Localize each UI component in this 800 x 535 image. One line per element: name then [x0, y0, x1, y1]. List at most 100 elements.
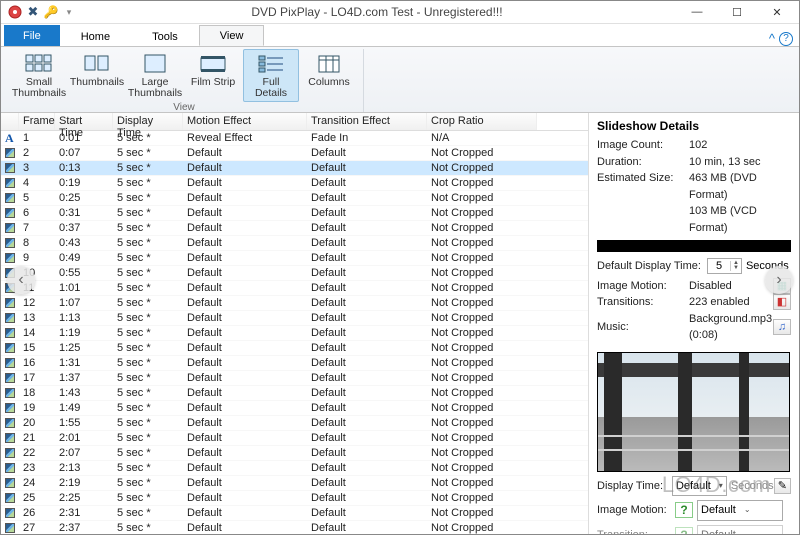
cell: 0:49 [55, 252, 113, 264]
full-details-label: Full Details [246, 77, 296, 99]
close-button[interactable]: ✕ [757, 1, 797, 23]
qat-dropdown-icon[interactable]: ▾ [61, 4, 77, 20]
cell: Not Cropped [427, 402, 537, 414]
table-row[interactable]: 141:195 sec *DefaultDefaultNot Cropped [1, 326, 588, 341]
duration-label: Duration: [597, 154, 689, 171]
default-display-spinner[interactable]: ▲▼ [707, 258, 742, 274]
col-transition[interactable]: Transition Effect [307, 113, 427, 130]
cell: 5 sec * [113, 492, 183, 504]
ribbon-tabs: File Home Tools View ^ ? [1, 24, 799, 46]
col-frame[interactable]: Frame [19, 113, 55, 130]
table-row[interactable]: 30:135 sec *DefaultDefaultNot Cropped [1, 161, 588, 176]
cell: Default [183, 402, 307, 414]
cell: Not Cropped [427, 387, 537, 399]
full-details-button[interactable]: Full Details [243, 49, 299, 102]
table-row[interactable]: 262:315 sec *DefaultDefaultNot Cropped [1, 506, 588, 521]
preview-image [597, 352, 790, 472]
edit-button[interactable]: ✎ [774, 478, 791, 494]
tab-home[interactable]: Home [60, 26, 131, 46]
help-motion-icon[interactable]: ? [675, 502, 693, 518]
table-body[interactable]: A10:015 sec *Reveal EffectFade InN/A20:0… [1, 131, 588, 534]
cell: Not Cropped [427, 522, 537, 534]
cell: 1:07 [55, 297, 113, 309]
table-row[interactable]: 100:555 sec *DefaultDefaultNot Cropped [1, 266, 588, 281]
cell: 14 [19, 327, 55, 339]
display-time-combo[interactable]: Default▾ [672, 476, 727, 497]
table-row[interactable]: 70:375 sec *DefaultDefaultNot Cropped [1, 221, 588, 236]
table-row[interactable]: 121:075 sec *DefaultDefaultNot Cropped [1, 296, 588, 311]
row-thumb-icon [1, 523, 19, 533]
cell: 0:43 [55, 237, 113, 249]
default-display-input[interactable] [708, 259, 730, 273]
table-row[interactable]: 90:495 sec *DefaultDefaultNot Cropped [1, 251, 588, 266]
cell: 5 sec * [113, 312, 183, 324]
table-row[interactable]: 40:195 sec *DefaultDefaultNot Cropped [1, 176, 588, 191]
table-row[interactable]: 181:435 sec *DefaultDefaultNot Cropped [1, 386, 588, 401]
table-row[interactable]: 80:435 sec *DefaultDefaultNot Cropped [1, 236, 588, 251]
collapse-ribbon-icon[interactable]: ^ [769, 31, 775, 46]
table-row[interactable]: 50:255 sec *DefaultDefaultNot Cropped [1, 191, 588, 206]
cell: 1:31 [55, 357, 113, 369]
table-row[interactable]: 191:495 sec *DefaultDefaultNot Cropped [1, 401, 588, 416]
settings-icon[interactable]: ✖ [25, 4, 41, 20]
table-row[interactable]: 60:315 sec *DefaultDefaultNot Cropped [1, 206, 588, 221]
table-row[interactable]: 242:195 sec *DefaultDefaultNot Cropped [1, 476, 588, 491]
small-thumbnails-button[interactable]: Small Thumbnails [11, 49, 67, 102]
prev-arrow[interactable]: ‹ [7, 266, 35, 294]
large-thumbnails-button[interactable]: Large Thumbnails [127, 49, 183, 102]
cell: 2 [19, 147, 55, 159]
est-size-2: 103 MB (VCD Format) [689, 203, 791, 236]
col-start[interactable]: Start Time [55, 113, 113, 130]
table-row[interactable]: 161:315 sec *DefaultDefaultNot Cropped [1, 356, 588, 371]
table-row[interactable]: 272:375 sec *DefaultDefaultNot Cropped [1, 521, 588, 534]
cell: Not Cropped [427, 297, 537, 309]
cell: Default [307, 267, 427, 279]
table-row[interactable]: 252:255 sec *DefaultDefaultNot Cropped [1, 491, 588, 506]
col-crop[interactable]: Crop Ratio [427, 113, 537, 130]
col-motion[interactable]: Motion Effect [183, 113, 307, 130]
tab-file[interactable]: File [4, 25, 60, 46]
tab-tools[interactable]: Tools [131, 26, 199, 46]
tab-view[interactable]: View [199, 25, 265, 46]
row-thumb-icon [1, 418, 19, 428]
cell: 0:25 [55, 192, 113, 204]
spin-down-icon[interactable]: ▼ [731, 266, 741, 271]
music-button[interactable]: ♫ [773, 319, 791, 335]
cell: 7 [19, 222, 55, 234]
col-icon[interactable] [1, 113, 19, 130]
table-row[interactable]: 151:255 sec *DefaultDefaultNot Cropped [1, 341, 588, 356]
table-row[interactable]: 131:135 sec *DefaultDefaultNot Cropped [1, 311, 588, 326]
table-row[interactable]: 201:555 sec *DefaultDefaultNot Cropped [1, 416, 588, 431]
transitions-button[interactable]: ◧ [773, 294, 791, 310]
cell: Default [307, 492, 427, 504]
table-row[interactable]: A10:015 sec *Reveal EffectFade InN/A [1, 131, 588, 146]
cell: 3 [19, 162, 55, 174]
thumbnails-button[interactable]: Thumbnails [69, 49, 125, 102]
col-display[interactable]: Display Time [113, 113, 183, 130]
seconds-label-2: Seconds [731, 478, 774, 495]
next-arrow[interactable]: › [765, 266, 793, 294]
key-icon[interactable]: 🔑 [43, 4, 59, 20]
help-transition-icon[interactable]: ? [675, 527, 693, 534]
columns-label: Columns [308, 77, 349, 88]
table-row[interactable]: 20:075 sec *DefaultDefaultNot Cropped [1, 146, 588, 161]
table-row[interactable]: 111:015 sec *DefaultDefaultNot Cropped [1, 281, 588, 296]
image-motion2-combo[interactable]: Default⌄ [697, 500, 783, 521]
chevron-down-icon: ▾ [719, 480, 723, 492]
minimize-button[interactable]: — [677, 1, 717, 23]
small-thumbnails-label: Small Thumbnails [12, 77, 66, 99]
table-row[interactable]: 222:075 sec *DefaultDefaultNot Cropped [1, 446, 588, 461]
cell: Not Cropped [427, 252, 537, 264]
cell: 13 [19, 312, 55, 324]
large-thumbnails-icon [139, 52, 171, 76]
maximize-button[interactable]: ☐ [717, 1, 757, 23]
columns-button[interactable]: Columns [301, 49, 357, 102]
cell: 9 [19, 252, 55, 264]
film-strip-button[interactable]: Film Strip [185, 49, 241, 102]
table-row[interactable]: 212:015 sec *DefaultDefaultNot Cropped [1, 431, 588, 446]
transition2-combo[interactable]: Default⌄ [697, 525, 783, 535]
table-row[interactable]: 232:135 sec *DefaultDefaultNot Cropped [1, 461, 588, 476]
cell: Default [307, 447, 427, 459]
table-row[interactable]: 171:375 sec *DefaultDefaultNot Cropped [1, 371, 588, 386]
help-icon[interactable]: ? [779, 32, 793, 46]
